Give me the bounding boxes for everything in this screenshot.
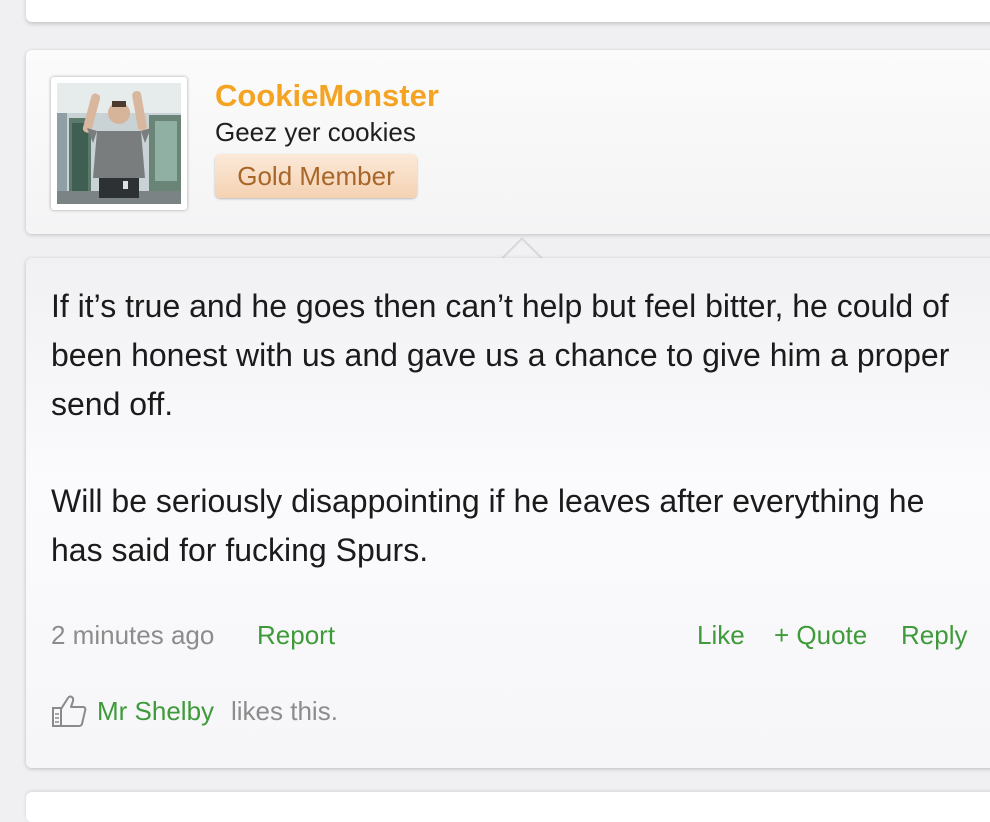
message-body: If it’s true and he goes then can’t help… (51, 282, 961, 623)
post-user-info: CookieMonster Geez yer cookies Gold Memb… (26, 50, 990, 234)
message-paragraph: If it’s true and he goes then can’t help… (51, 288, 950, 422)
thumbs-up-icon (51, 694, 87, 733)
post-timestamp[interactable]: 2 minutes ago (51, 620, 214, 651)
avatar-frame[interactable] (51, 77, 187, 210)
next-post-card (26, 792, 990, 822)
previous-post-card (26, 0, 990, 22)
like-link[interactable]: Like (697, 620, 745, 651)
user-custom-title: Geez yer cookies (215, 117, 416, 147)
avatar-photo (57, 83, 181, 204)
likes-suffix-text: likes this. (231, 696, 338, 726)
liker-username[interactable]: Mr Shelby (97, 696, 214, 727)
post-message: If it’s true and he goes then can’t help… (26, 258, 990, 768)
username[interactable]: CookieMonster (215, 78, 439, 114)
message-paragraph: Will be seriously disappointing if he le… (51, 483, 925, 568)
report-link[interactable]: Report (257, 620, 335, 651)
avatar[interactable] (57, 83, 181, 204)
message-pointer-arrow-inner (502, 240, 542, 260)
quote-link[interactable]: + Quote (774, 620, 867, 651)
reply-link[interactable]: Reply (901, 620, 967, 651)
member-badge: Gold Member (215, 154, 417, 198)
